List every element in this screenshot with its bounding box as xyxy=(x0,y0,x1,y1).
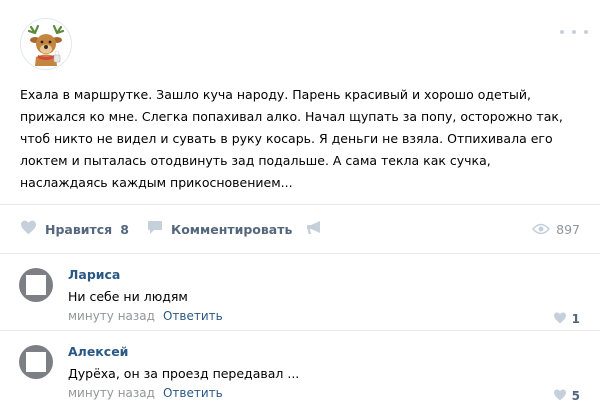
views-count: 897 xyxy=(556,221,580,237)
comment-meta: минуту назад Ответить xyxy=(68,386,223,400)
reply-button[interactable]: Ответить xyxy=(163,386,223,400)
comments-list: Лариса Ни себе ни людям минуту назад Отве… xyxy=(0,253,600,407)
heart-icon xyxy=(553,386,567,405)
post-actions-bar: Нравится 8 Комментировать 897 xyxy=(0,204,600,253)
heart-icon xyxy=(20,220,37,239)
comment-author[interactable]: Лариса xyxy=(68,267,120,282)
comment-like-count: 1 xyxy=(571,311,580,326)
comment-text: Дурёха, он за проезд передавал ... xyxy=(68,366,300,381)
comment-label: Комментировать xyxy=(171,221,293,237)
comment-text: Ни себе ни людям xyxy=(68,289,188,304)
like-label: Нравится xyxy=(45,221,113,237)
views-counter: 897 xyxy=(532,217,580,241)
share-button[interactable] xyxy=(306,217,324,241)
post-text: Ехала в маршрутке. Зашло куча народу. Па… xyxy=(20,87,563,190)
more-dots-icon xyxy=(560,30,564,34)
comment-author-avatar[interactable] xyxy=(19,345,53,379)
eye-icon xyxy=(532,220,551,239)
wall-post: Ехала в маршрутке. Зашло куча народу. Па… xyxy=(0,0,600,410)
comment-time: минуту назад xyxy=(68,386,155,400)
comment-item: Лариса Ни себе ни людям минуту назад Отве… xyxy=(0,254,600,330)
like-count: 8 xyxy=(120,221,129,237)
comment-button[interactable]: Комментировать xyxy=(147,217,292,241)
comment-item: Алексей Дурёха, он за проезд передавал .… xyxy=(0,330,600,407)
like-button[interactable]: Нравится 8 xyxy=(20,217,129,241)
comment-bubble-icon xyxy=(147,220,163,239)
comment-like-count: 5 xyxy=(571,388,580,403)
comment-meta: минуту назад Ответить xyxy=(68,309,223,323)
megaphone-share-icon xyxy=(306,220,324,239)
comment-time: минуту назад xyxy=(68,309,155,323)
reply-button[interactable]: Ответить xyxy=(163,309,223,323)
post-author-avatar[interactable] xyxy=(20,18,72,70)
comment-like-button[interactable]: 5 xyxy=(553,386,580,405)
comment-author[interactable]: Алексей xyxy=(68,344,128,359)
deer-avatar-icon xyxy=(21,19,71,69)
comment-author-avatar[interactable] xyxy=(19,268,53,302)
comment-like-button[interactable]: 1 xyxy=(553,309,580,328)
heart-icon xyxy=(553,309,567,328)
post-more-button[interactable] xyxy=(560,24,588,40)
